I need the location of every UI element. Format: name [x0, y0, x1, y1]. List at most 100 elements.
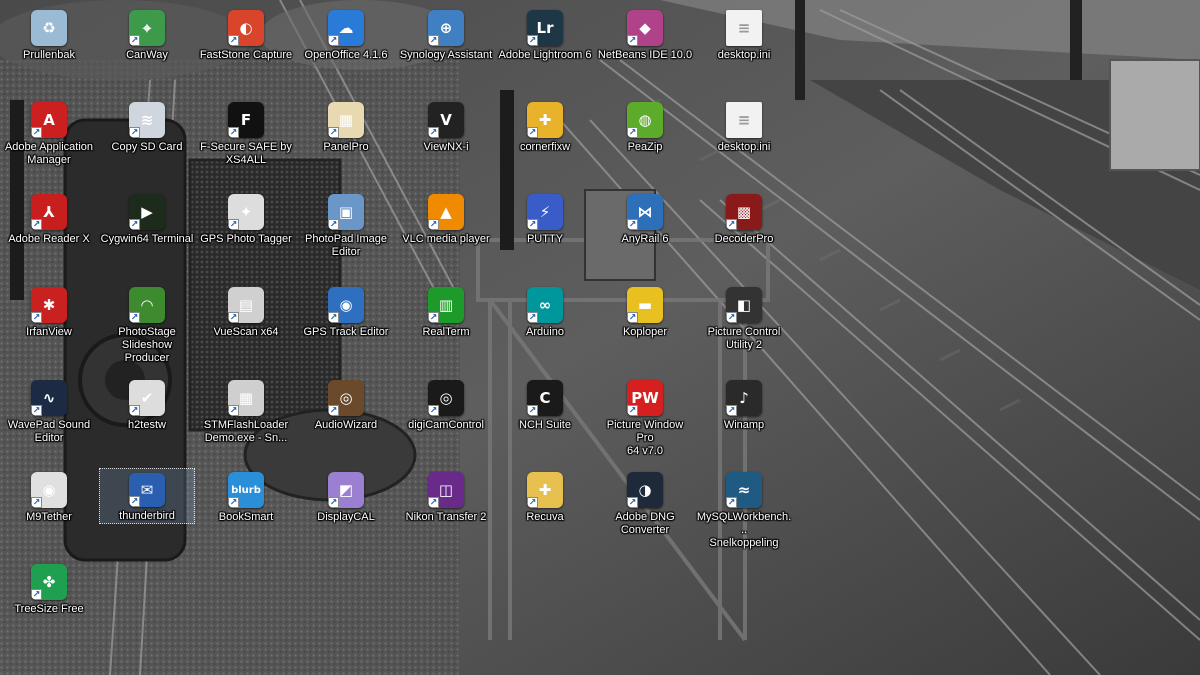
desktop-icon-decoderpro[interactable]: ▩ ↗ DecoderPro: [696, 190, 792, 246]
desktop-icon-panelpro[interactable]: ▦ ↗ PanelPro: [298, 98, 394, 154]
desktop-icon-photopad-image-editor[interactable]: ▣ ↗ PhotoPad Image Editor: [298, 190, 394, 259]
desktop-icon-treesize-free[interactable]: ✤ ↗ TreeSize Free: [1, 560, 97, 616]
desktop-icon-koploper[interactable]: ▬ ↗ Koploper: [597, 283, 693, 339]
desktop-icon-label: Cygwin64 Terminal: [100, 233, 194, 245]
shortcut-arrow-icon: ↗: [328, 312, 339, 323]
desktop-icon-adobe-reader-x[interactable]: ⅄ ↗ Adobe Reader X: [1, 190, 97, 246]
shortcut-arrow-icon: ↗: [31, 127, 42, 138]
shortcut-arrow-icon: ↗: [726, 497, 737, 508]
desktop-icon-cornerfixw[interactable]: ✚ ↗ cornerfixw: [497, 98, 593, 154]
desktop-icon-netbeans-ide-10-0[interactable]: ◆ ↗ NetBeans IDE 10.0: [597, 6, 693, 62]
blurb-icon: blurb ↗: [228, 472, 264, 508]
desktop-icon-canway[interactable]: ⌖ ↗ CanWay: [99, 6, 195, 62]
shortcut-arrow-icon: ↗: [328, 35, 339, 46]
icon-glyph: ◠: [141, 296, 153, 314]
desktop-icon-label: NetBeans IDE 10.0: [597, 49, 693, 61]
desktop-icon-anyrail-6[interactable]: ⋈ ↗ AnyRail 6: [597, 190, 693, 246]
desktop-icon-nikon-transfer-2[interactable]: ◫ ↗ Nikon Transfer 2: [398, 468, 494, 524]
desktop-icon-faststone-capture[interactable]: ◐ ↗ FastStone Capture: [198, 6, 294, 62]
shortcut-arrow-icon: ↗: [228, 219, 239, 230]
shortcut-arrow-icon: ↗: [31, 219, 42, 230]
desktop-icon-viewnx-i[interactable]: V ↗ ViewNX-i: [398, 98, 494, 154]
icon-glyph: A: [43, 111, 55, 129]
desktop-icon-label: STMFlashLoader Demo.exe - Sn...: [203, 419, 289, 444]
icon-glyph: ⊕: [439, 19, 453, 37]
desktop-icon-label: GPS Photo Tagger: [200, 233, 292, 245]
desktop-icon-adobe-dng-converter[interactable]: ◑ ↗ Adobe DNG Converter: [597, 468, 693, 537]
desktop-icon-label: IrfanView: [26, 326, 72, 338]
desktop-icon-winamp[interactable]: ♪ ↗ Winamp: [696, 376, 792, 432]
desktop-icon-label: Recuva: [526, 511, 564, 523]
waveform-icon: ∿ ↗: [31, 380, 67, 416]
desktop-icon-adobe-application-manager[interactable]: A ↗ Adobe Application Manager: [1, 98, 97, 167]
desktop-icon-label: Nikon Transfer 2: [405, 511, 487, 523]
desktop-icon-gps-track-editor[interactable]: ◉ ↗ GPS Track Editor: [298, 283, 394, 339]
waves-icon: ≋ ↗: [129, 102, 165, 138]
desktop-icon-m9tether[interactable]: ◉ ↗ M9Tether: [1, 468, 97, 524]
icon-glyph: C: [539, 389, 551, 407]
desktop-icon-digicamcontrol[interactable]: ◎ ↗ digiCamControl: [398, 376, 494, 432]
desktop-icon-gps-photo-tagger[interactable]: ✦ ↗ GPS Photo Tagger: [198, 190, 294, 246]
desktop-icon-desktop-ini[interactable]: ≡ desktop.ini: [696, 98, 792, 154]
desktop-icon-copy-sd-card[interactable]: ≋ ↗ Copy SD Card: [99, 98, 195, 154]
picture-control-icon: ◧ ↗: [726, 287, 762, 323]
treesize-icon: ✤ ↗: [31, 564, 67, 600]
panelpro-icon: ▦ ↗: [328, 102, 364, 138]
desktop-icon-putty[interactable]: ⚡ ↗ PUTTY: [497, 190, 593, 246]
desktop-icon-label: PeaZip: [627, 141, 663, 153]
desktop-icon-displaycal[interactable]: ◩ ↗ DisplayCAL: [298, 468, 394, 524]
icon-glyph: ▬: [637, 296, 653, 314]
icon-glyph: ∞: [538, 296, 552, 314]
desktop-icon-label: TreeSize Free: [14, 603, 84, 615]
desktop[interactable]: ♻ Prullenbak ⌖ ↗ CanWay ◐ ↗ FastStone Capture ☁ ↗…: [0, 0, 1200, 675]
shortcut-arrow-icon: ↗: [328, 127, 339, 138]
desktop-icon-vuescan-x64[interactable]: ▤ ↗ VueScan x64: [198, 283, 294, 339]
terminal-icon: ▶ ↗: [129, 194, 165, 230]
icon-glyph: ◍: [638, 111, 652, 129]
desktop-icon-recuva[interactable]: ✚ ↗ Recuva: [497, 468, 593, 524]
desktop-icon-nch-suite[interactable]: C ↗ NCH Suite: [497, 376, 593, 432]
icon-glyph: ♪: [739, 389, 749, 407]
magnifier-icon: ⊕ ↗: [428, 10, 464, 46]
icon-glyph: ✦: [239, 203, 253, 221]
icon-glyph: F: [240, 111, 252, 129]
shortcut-arrow-icon: ↗: [328, 497, 339, 508]
desktop-icon-h2testw[interactable]: ✔ ↗ h2testw: [99, 376, 195, 432]
icon-glyph: ✱: [42, 296, 56, 314]
shortcut-arrow-icon: ↗: [31, 497, 42, 508]
shortcut-arrow-icon: ↗: [129, 496, 140, 507]
desktop-icon-picture-window-pro-64-v7-0[interactable]: PW ↗ Picture Window Pro 64 v7.0: [597, 376, 693, 458]
shortcut-arrow-icon: ↗: [129, 219, 140, 230]
desktop-icon-photostage-slideshow-producer[interactable]: ◠ ↗ PhotoStage Slideshow Producer: [99, 283, 195, 365]
desktop-icon-vlc-media-player[interactable]: ▲ ↗ VLC media player: [398, 190, 494, 246]
desktop-icon-adobe-lightroom-6[interactable]: Lr ↗ Adobe Lightroom 6: [497, 6, 593, 62]
icon-glyph: ◆: [639, 19, 651, 37]
desktop-icon-thunderbird[interactable]: ✉ ↗ thunderbird: [99, 468, 195, 524]
desktop-icon-realterm[interactable]: ▥ ↗ RealTerm: [398, 283, 494, 339]
icon-glyph: ◧: [736, 296, 752, 314]
shortcut-arrow-icon: ↗: [527, 35, 538, 46]
desktop-icon-picture-control-utility-2[interactable]: ◧ ↗ Picture Control Utility 2: [696, 283, 792, 352]
peazip-icon: ◍ ↗: [627, 102, 663, 138]
desktop-icon-irfanview[interactable]: ✱ ↗ IrfanView: [1, 283, 97, 339]
desktop-icon-f-secure-safe-by-xs4all[interactable]: F ↗ F-Secure SAFE by XS4ALL: [198, 98, 294, 167]
picture-window-icon: PW ↗: [627, 380, 663, 416]
desktop-icon-mysqlworkbench-snelkoppeling[interactable]: ≈ ↗ MySQLWorkbench... Snelkoppeling: [696, 468, 792, 550]
desktop-icon-cygwin64-terminal[interactable]: ▶ ↗ Cygwin64 Terminal: [99, 190, 195, 246]
desktop-icon-label: thunderbird: [119, 510, 175, 522]
desktop-icon-peazip[interactable]: ◍ ↗ PeaZip: [597, 98, 693, 154]
desktop-icon-wavepad-sound-editor[interactable]: ∿ ↗ WavePad Sound Editor: [1, 376, 97, 445]
shortcut-arrow-icon: ↗: [228, 405, 239, 416]
desktop-icon-stmflashloader-demo-exe-sn[interactable]: ▦ ↗ STMFlashLoader Demo.exe - Sn...: [198, 376, 294, 445]
desktop-icon-booksmart[interactable]: blurb ↗ BookSmart: [198, 468, 294, 524]
desktop-icon-desktop-ini[interactable]: ≡ desktop.ini: [696, 6, 792, 62]
cornerfix-icon: ✚ ↗: [527, 102, 563, 138]
chip-icon: ▦ ↗: [228, 380, 264, 416]
compass-icon: ✦ ↗: [228, 194, 264, 230]
desktop-icon-prullenbak[interactable]: ♻ Prullenbak: [1, 6, 97, 62]
desktop-icon-arduino[interactable]: ∞ ↗ Arduino: [497, 283, 593, 339]
desktop-icon-openoffice-4-1-6[interactable]: ☁ ↗ OpenOffice 4.1.6: [298, 6, 394, 62]
desktop-icon-audiowizard[interactable]: ◎ ↗ AudioWizard: [298, 376, 394, 432]
desktop-icon-synology-assistant[interactable]: ⊕ ↗ Synology Assistant: [398, 6, 494, 62]
nch-icon: C ↗: [527, 380, 563, 416]
